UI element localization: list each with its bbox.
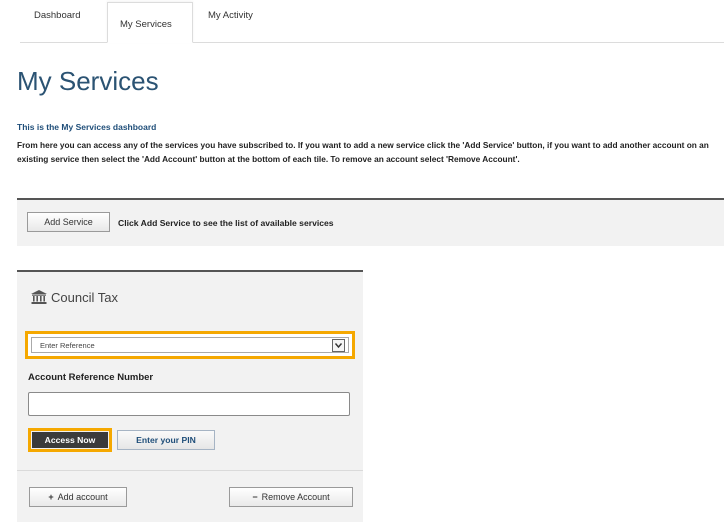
add-account-button[interactable]: + Add account xyxy=(29,487,127,507)
enter-pin-button[interactable]: Enter your PIN xyxy=(117,430,215,450)
reference-select[interactable]: Enter Reference xyxy=(31,337,349,353)
reference-select-highlight: Enter Reference xyxy=(25,331,355,359)
remove-account-label: Remove Account xyxy=(261,492,330,502)
tile-footer: + Add account − Remove Account xyxy=(17,470,363,523)
remove-account-button[interactable]: − Remove Account xyxy=(229,487,353,507)
access-now-button[interactable]: Access Now xyxy=(32,432,108,448)
account-reference-input[interactable] xyxy=(28,392,350,416)
reference-select-value: Enter Reference xyxy=(40,341,95,350)
tab-my-services[interactable]: My Services xyxy=(107,2,193,43)
minus-icon: − xyxy=(252,492,258,502)
access-now-highlight: Access Now xyxy=(28,428,112,452)
tab-my-services-label: My Services xyxy=(120,19,172,30)
page-title: My Services xyxy=(17,66,159,96)
tab-my-activity-label: My Activity xyxy=(208,10,253,21)
intro-title: This is the My Services dashboard xyxy=(17,122,157,132)
council-tax-tile: Council Tax Enter Reference Account Refe… xyxy=(17,270,363,522)
tile-title: Council Tax xyxy=(51,290,118,305)
add-account-label: Add account xyxy=(57,492,108,502)
account-reference-label: Account Reference Number xyxy=(28,372,154,383)
add-service-bar: Add Service Click Add Service to see the… xyxy=(17,198,724,246)
tab-dashboard-label: Dashboard xyxy=(34,10,81,21)
tab-bar: Dashboard My Services My Activity xyxy=(20,0,724,43)
add-service-button[interactable]: Add Service xyxy=(27,212,110,232)
add-service-hint: Click Add Service to see the list of ava… xyxy=(118,218,334,228)
tile-heading: Council Tax xyxy=(31,290,118,305)
building-icon xyxy=(31,290,47,304)
intro-text: From here you can access any of the serv… xyxy=(17,140,709,164)
plus-icon: + xyxy=(48,492,54,502)
chevron-down-icon[interactable] xyxy=(332,339,345,352)
